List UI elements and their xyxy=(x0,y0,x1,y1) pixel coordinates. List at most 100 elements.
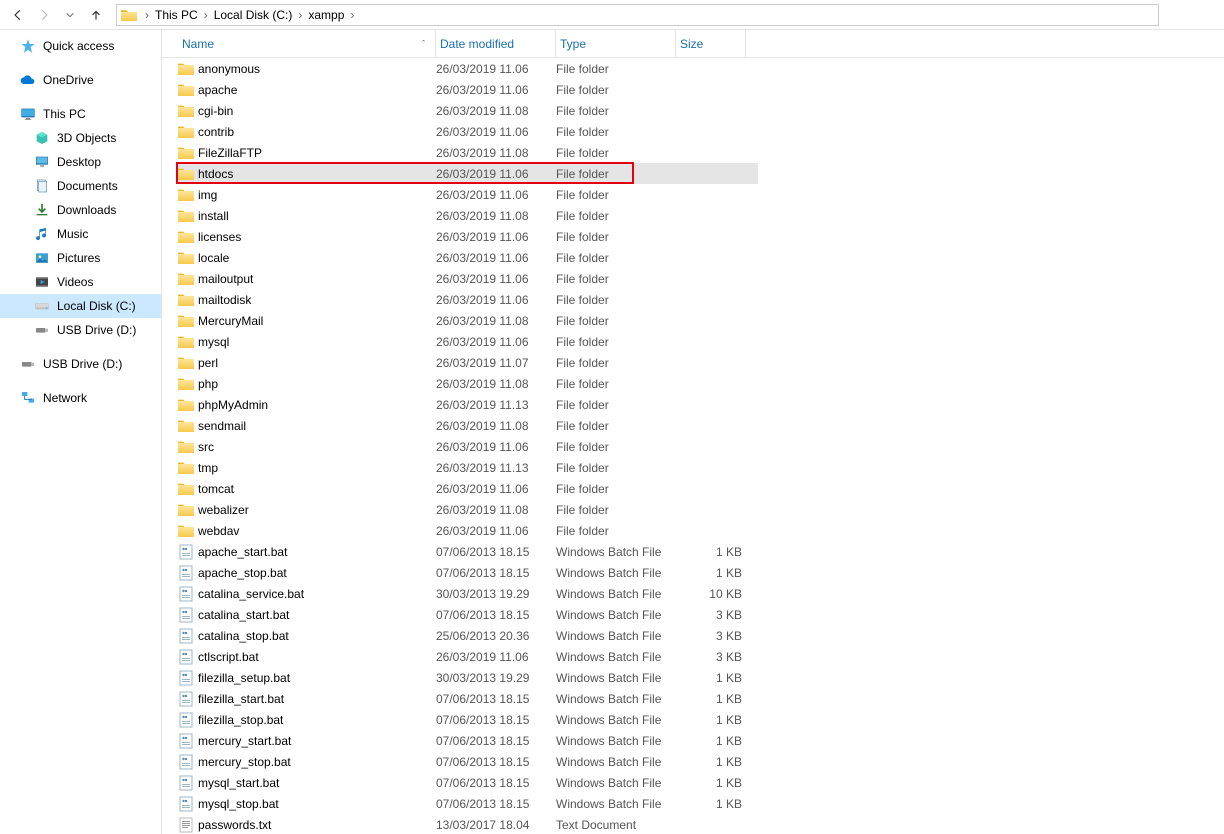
file-row[interactable]: MercuryMail26/03/2019 11.08File folder xyxy=(178,310,1224,331)
file-row[interactable]: php26/03/2019 11.08File folder xyxy=(178,373,1224,394)
file-row[interactable]: htdocs26/03/2019 11.06File folder xyxy=(178,163,758,184)
file-size: 1 KB xyxy=(676,755,746,769)
file-row[interactable]: mysql_start.bat07/06/2013 18.15Windows B… xyxy=(178,772,1224,793)
file-row[interactable]: ctlscript.bat26/03/2019 11.06Windows Bat… xyxy=(178,646,1224,667)
batch-file-icon xyxy=(178,796,194,812)
file-type: Windows Batch File xyxy=(556,692,676,706)
file-name: anonymous xyxy=(198,62,260,76)
file-size: 1 KB xyxy=(676,566,746,580)
column-header-type[interactable]: Type xyxy=(556,30,676,57)
file-type: File folder xyxy=(556,167,676,181)
file-date: 30/03/2013 19.29 xyxy=(436,587,556,601)
file-date: 26/03/2019 11.08 xyxy=(436,503,556,517)
breadcrumb[interactable]: › This PC › Local Disk (C:) › xampp › xyxy=(116,4,1159,26)
file-row[interactable]: mailoutput26/03/2019 11.06File folder xyxy=(178,268,1224,289)
file-row[interactable]: apache_stop.bat07/06/2013 18.15Windows B… xyxy=(178,562,1224,583)
file-name: FileZillaFTP xyxy=(198,146,262,160)
file-row[interactable]: mercury_start.bat07/06/2013 18.15Windows… xyxy=(178,730,1224,751)
sidebar-item-videos[interactable]: Videos xyxy=(0,270,161,294)
chevron-right-icon[interactable]: › xyxy=(200,8,212,22)
sidebar-item-quick-access[interactable]: Quick access xyxy=(0,34,161,58)
cloud-icon xyxy=(20,72,36,88)
file-name: tmp xyxy=(198,461,218,475)
nav-up-button[interactable] xyxy=(84,3,108,27)
sidebar-item-pictures[interactable]: Pictures xyxy=(0,246,161,270)
file-row[interactable]: apache_start.bat07/06/2013 18.15Windows … xyxy=(178,541,1224,562)
breadcrumb-item[interactable]: xampp xyxy=(306,8,346,22)
file-row[interactable]: locale26/03/2019 11.06File folder xyxy=(178,247,1224,268)
file-size: 3 KB xyxy=(676,629,746,643)
nav-recent-dropdown[interactable] xyxy=(58,3,82,27)
file-type: File folder xyxy=(556,335,676,349)
file-date: 26/03/2019 11.06 xyxy=(436,482,556,496)
file-row[interactable]: passwords.txt13/03/2017 18.04Text Docume… xyxy=(178,814,1224,834)
file-row[interactable]: contrib26/03/2019 11.06File folder xyxy=(178,121,1224,142)
sidebar-item-this-pc[interactable]: This PC xyxy=(0,102,161,126)
folder-icon xyxy=(178,482,194,495)
column-header-size[interactable]: Size xyxy=(676,30,746,57)
file-type: Windows Batch File xyxy=(556,545,676,559)
file-type: File folder xyxy=(556,293,676,307)
chevron-right-icon[interactable]: › xyxy=(141,8,153,22)
batch-file-icon xyxy=(178,586,194,602)
file-size: 1 KB xyxy=(676,797,746,811)
sidebar-item-downloads[interactable]: Downloads xyxy=(0,198,161,222)
file-row[interactable]: src26/03/2019 11.06File folder xyxy=(178,436,1224,457)
file-row[interactable]: catalina_start.bat07/06/2013 18.15Window… xyxy=(178,604,1224,625)
file-row[interactable]: perl26/03/2019 11.07File folder xyxy=(178,352,1224,373)
chevron-right-icon[interactable]: › xyxy=(294,8,306,22)
file-row[interactable]: tmp26/03/2019 11.13File folder xyxy=(178,457,1224,478)
file-row[interactable]: webalizer26/03/2019 11.08File folder xyxy=(178,499,1224,520)
file-row[interactable]: catalina_service.bat30/03/2013 19.29Wind… xyxy=(178,583,1224,604)
file-name: cgi-bin xyxy=(198,104,233,118)
file-row[interactable]: phpMyAdmin26/03/2019 11.13File folder xyxy=(178,394,1224,415)
column-header-name[interactable]: Nameˆ xyxy=(178,30,436,57)
sidebar-item-music[interactable]: Music xyxy=(0,222,161,246)
sidebar-item-desktop[interactable]: Desktop xyxy=(0,150,161,174)
file-type: File folder xyxy=(556,440,676,454)
file-row[interactable]: webdav26/03/2019 11.06File folder xyxy=(178,520,1224,541)
file-row[interactable]: filezilla_setup.bat30/03/2013 19.29Windo… xyxy=(178,667,1224,688)
breadcrumb-item[interactable]: Local Disk (C:) xyxy=(212,8,295,22)
folder-icon xyxy=(178,356,194,369)
file-row[interactable]: cgi-bin26/03/2019 11.08File folder xyxy=(178,100,1224,121)
file-row[interactable]: img26/03/2019 11.06File folder xyxy=(178,184,1224,205)
file-row[interactable]: sendmail26/03/2019 11.08File folder xyxy=(178,415,1224,436)
sidebar-item-usb-drive[interactable]: USB Drive (D:) xyxy=(0,352,161,376)
sidebar-item-usb-drive-d-[interactable]: USB Drive (D:) xyxy=(0,318,161,342)
file-row[interactable]: mysql_stop.bat07/06/2013 18.15Windows Ba… xyxy=(178,793,1224,814)
nav-forward-button[interactable] xyxy=(32,3,56,27)
sidebar-item-3d-objects[interactable]: 3D Objects xyxy=(0,126,161,150)
sidebar-item-local-disk-c-[interactable]: Local Disk (C:) xyxy=(0,294,161,318)
file-type: File folder xyxy=(556,104,676,118)
star-icon xyxy=(20,38,36,54)
chevron-right-icon[interactable]: › xyxy=(346,8,358,22)
file-row[interactable]: filezilla_start.bat07/06/2013 18.15Windo… xyxy=(178,688,1224,709)
file-row[interactable]: filezilla_stop.bat07/06/2013 18.15Window… xyxy=(178,709,1224,730)
3d-icon xyxy=(34,130,50,146)
file-row[interactable]: FileZillaFTP26/03/2019 11.08File folder xyxy=(178,142,1224,163)
sidebar-item-network[interactable]: Network xyxy=(0,386,161,410)
file-row[interactable]: anonymous26/03/2019 11.06File folder xyxy=(178,58,1224,79)
column-header-date[interactable]: Date modified xyxy=(436,30,556,57)
videos-icon xyxy=(34,274,50,290)
folder-icon xyxy=(178,272,194,285)
file-row[interactable]: catalina_stop.bat25/06/2013 20.36Windows… xyxy=(178,625,1224,646)
file-row[interactable]: install26/03/2019 11.08File folder xyxy=(178,205,1224,226)
file-name: webalizer xyxy=(198,503,249,517)
sidebar-item-onedrive[interactable]: OneDrive xyxy=(0,68,161,92)
file-row[interactable]: mysql26/03/2019 11.06File folder xyxy=(178,331,1224,352)
file-row[interactable]: mercury_stop.bat07/06/2013 18.15Windows … xyxy=(178,751,1224,772)
file-row[interactable]: tomcat26/03/2019 11.06File folder xyxy=(178,478,1224,499)
file-type: File folder xyxy=(556,188,676,202)
sidebar-item-label: Network xyxy=(43,391,87,405)
file-row[interactable]: licenses26/03/2019 11.06File folder xyxy=(178,226,1224,247)
file-row[interactable]: apache26/03/2019 11.06File folder xyxy=(178,79,1224,100)
sidebar-item-documents[interactable]: Documents xyxy=(0,174,161,198)
breadcrumb-item[interactable]: This PC xyxy=(153,8,200,22)
file-size: 1 KB xyxy=(676,692,746,706)
file-date: 30/03/2013 19.29 xyxy=(436,671,556,685)
file-row[interactable]: mailtodisk26/03/2019 11.06File folder xyxy=(178,289,1224,310)
file-date: 26/03/2019 11.08 xyxy=(436,209,556,223)
nav-back-button[interactable] xyxy=(6,3,30,27)
